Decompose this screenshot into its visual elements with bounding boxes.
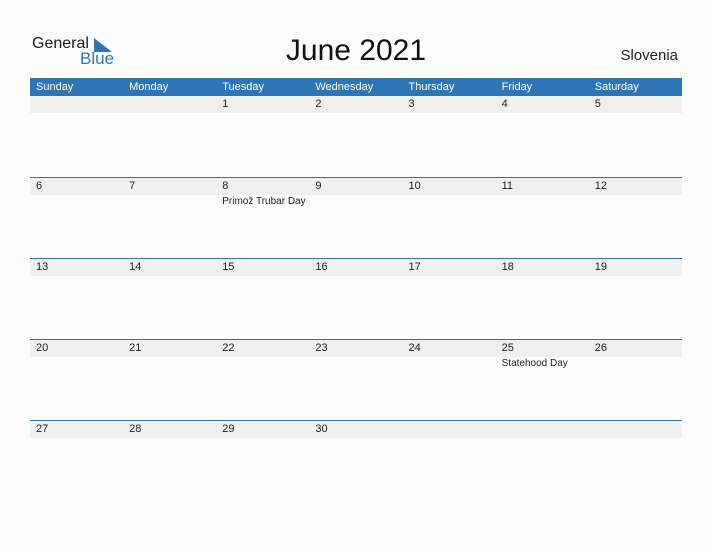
day-number bbox=[496, 421, 589, 438]
day-number: 17 bbox=[408, 261, 421, 273]
day-number: 22 bbox=[222, 342, 235, 354]
holiday-label bbox=[589, 357, 682, 370]
day-number: 30 bbox=[315, 423, 328, 435]
holiday-label bbox=[30, 357, 123, 370]
weekday-sunday: Sunday bbox=[36, 81, 74, 93]
week-row: 27 28 29 30 bbox=[30, 420, 682, 438]
day-number: 10 bbox=[408, 180, 421, 192]
day-number bbox=[589, 421, 682, 438]
day-number: 24 bbox=[408, 342, 421, 354]
country-label: Slovenia bbox=[620, 47, 678, 64]
day-number bbox=[30, 96, 123, 113]
day-number: 15 bbox=[222, 261, 235, 273]
day-number: 28 bbox=[129, 423, 142, 435]
day-number: 26 bbox=[594, 342, 607, 354]
holiday-label bbox=[403, 195, 496, 208]
date-strip: 6 7 8 9 10 11 12 bbox=[30, 178, 682, 195]
holiday-label bbox=[123, 195, 216, 208]
day-number: 7 bbox=[129, 180, 136, 192]
holiday-label: Statehood Day bbox=[501, 358, 568, 369]
date-strip: 1 2 3 4 5 bbox=[30, 96, 682, 113]
weekday-monday: Monday bbox=[129, 81, 169, 93]
date-strip: 13 14 15 16 17 18 19 bbox=[30, 259, 682, 276]
day-number: 18 bbox=[501, 261, 514, 273]
weekday-thursday: Thursday bbox=[408, 81, 455, 93]
weekday-friday: Friday bbox=[501, 81, 533, 93]
day-number: 6 bbox=[36, 180, 43, 192]
date-strip: 27 28 29 30 bbox=[30, 421, 682, 438]
holiday-strip: Statehood Day bbox=[30, 357, 682, 370]
day-number: 12 bbox=[594, 180, 607, 192]
holiday-label bbox=[123, 357, 216, 370]
day-number: 21 bbox=[129, 342, 142, 354]
holiday-label: Primož Trubar Day bbox=[222, 196, 306, 207]
day-number bbox=[403, 421, 496, 438]
day-number: 20 bbox=[36, 342, 49, 354]
day-number: 19 bbox=[594, 261, 607, 273]
day-number: 8 bbox=[222, 180, 229, 192]
holiday-label bbox=[216, 357, 309, 370]
day-number: 23 bbox=[315, 342, 328, 354]
day-number: 25 bbox=[501, 342, 514, 354]
holiday-strip: Primož Trubar Day bbox=[30, 195, 682, 208]
weekday-saturday: Saturday bbox=[594, 81, 639, 93]
day-number: 13 bbox=[36, 261, 49, 273]
day-number: 11 bbox=[501, 180, 514, 192]
day-number: 16 bbox=[315, 261, 328, 273]
week-row: 1 2 3 4 5 bbox=[30, 96, 682, 113]
date-strip: 20 21 22 23 24 25 26 bbox=[30, 340, 682, 357]
day-number: 4 bbox=[501, 98, 508, 110]
week-row: 13 14 15 16 17 18 19 bbox=[30, 258, 682, 276]
day-number: 3 bbox=[408, 98, 415, 110]
holiday-label bbox=[30, 195, 123, 208]
holiday-label bbox=[309, 195, 402, 208]
day-number: 5 bbox=[594, 98, 601, 110]
day-number: 29 bbox=[222, 423, 235, 435]
holiday-label bbox=[496, 195, 589, 208]
week-row: 6 7 8 9 10 11 12 Primož Trubar Day bbox=[30, 177, 682, 208]
day-number bbox=[123, 96, 216, 113]
day-number: 9 bbox=[315, 180, 322, 192]
weekday-wednesday: Wednesday bbox=[315, 81, 374, 93]
weekday-tuesday: Tuesday bbox=[222, 81, 265, 93]
day-number: 1 bbox=[222, 98, 229, 110]
day-number: 27 bbox=[36, 423, 49, 435]
holiday-label bbox=[309, 357, 402, 370]
week-row: 20 21 22 23 24 25 26 Statehood Day bbox=[30, 339, 682, 370]
holiday-label bbox=[589, 195, 682, 208]
holiday-label bbox=[403, 357, 496, 370]
calendar-title: June 2021 bbox=[285, 34, 427, 67]
weekday-header: Sunday Monday Tuesday Wednesday Thursday… bbox=[30, 78, 682, 96]
day-number: 14 bbox=[129, 261, 142, 273]
day-number: 2 bbox=[315, 98, 322, 110]
